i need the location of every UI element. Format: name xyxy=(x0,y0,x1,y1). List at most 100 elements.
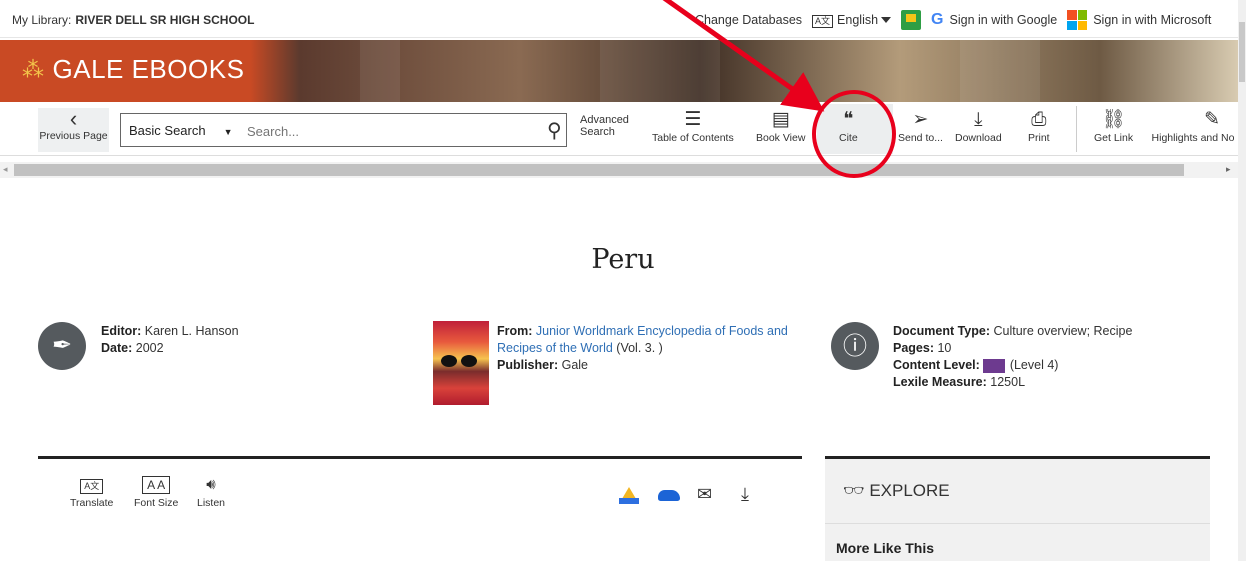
table-of-contents-button[interactable]: ☰ Table of Contents xyxy=(652,108,734,144)
library-label: My Library: xyxy=(12,13,72,27)
previous-page-button[interactable]: ‹ Previous Page xyxy=(38,108,109,152)
binoculars-icon: 👓︎ xyxy=(843,481,865,500)
vertical-scrollbar[interactable] xyxy=(1238,0,1246,561)
email-icon[interactable]: ✉ xyxy=(697,484,712,505)
publisher-value: Gale xyxy=(561,358,589,372)
google-signin-label: Sign in with Google xyxy=(949,13,1058,27)
library-info: My Library: RIVER DELL SR HIGH SCHOOL xyxy=(12,13,254,27)
advanced-search-label-2: Search xyxy=(580,126,615,138)
source-info: From: Junior Worldmark Encyclopedia of F… xyxy=(497,323,817,374)
content-level-value: (Level 4) xyxy=(1009,358,1059,372)
translate-button[interactable]: A文 Translate xyxy=(70,475,113,509)
from-label: From: xyxy=(497,324,533,338)
chevron-left-icon: ‹ xyxy=(69,106,78,131)
change-databases-link[interactable]: Change Databases xyxy=(695,13,802,27)
language-label: English xyxy=(837,12,879,27)
cite-label: Cite xyxy=(839,132,858,144)
editor-info: Editor: Karen L. Hanson Date: 2002 xyxy=(101,323,239,357)
document-details: Document Type: Culture overview; Recipe … xyxy=(893,323,1132,391)
library-name: RIVER DELL SR HIGH SCHOOL xyxy=(75,13,255,27)
pages-value: 10 xyxy=(937,341,952,355)
list-icon: ☰ xyxy=(684,109,702,130)
search-type-label: Basic Search xyxy=(129,123,206,138)
previous-page-label: Previous Page xyxy=(39,130,108,142)
quote-icon: ❝ xyxy=(843,109,854,130)
content-divider xyxy=(38,456,802,459)
highlights-notes-label: Highlights and No xyxy=(1151,132,1235,144)
editor-value: Karen L. Hanson xyxy=(144,324,239,338)
content-level-label: Content Level: xyxy=(893,358,980,372)
language-selector[interactable]: A文 English xyxy=(812,12,892,28)
more-like-this-heading: More Like This xyxy=(836,540,935,556)
search-input[interactable] xyxy=(247,120,527,142)
link-icon: ⛓ xyxy=(1101,109,1126,130)
translate-icon: A文 xyxy=(812,14,834,28)
book-cover-image[interactable] xyxy=(433,321,489,405)
explore-divider xyxy=(825,523,1210,524)
download-icon[interactable]: ⤓ xyxy=(741,484,749,505)
content-level-icon xyxy=(982,358,1005,373)
gale-logo-icon: ⁂ xyxy=(22,56,45,82)
gale-ebooks-logo[interactable]: ⁂ GALE EBOOKS xyxy=(22,54,244,85)
doc-type-label: Document Type: xyxy=(893,324,990,338)
download-button[interactable]: ⤓ Download xyxy=(955,108,1002,144)
lexile-label: Lexile Measure: xyxy=(893,375,987,389)
get-link-label: Get Link xyxy=(1094,132,1134,144)
printer-icon: ⎙ xyxy=(1031,109,1047,130)
send-to-button[interactable]: ➢ Send to... xyxy=(898,108,943,144)
scrollbar-thumb[interactable] xyxy=(14,164,1184,176)
book-view-label: Book View xyxy=(756,132,806,144)
download-label: Download xyxy=(955,132,1002,144)
advanced-search-link[interactable]: Advanced Search xyxy=(580,114,629,138)
advanced-search-label-1: Advanced xyxy=(580,114,629,126)
scroll-right-icon[interactable]: ▸ xyxy=(1226,164,1231,175)
toolbar: ‹ Previous Page Basic Search ▼ ⚲ Advanced… xyxy=(0,102,1238,156)
download-icon: ⤓ xyxy=(974,109,983,130)
print-button[interactable]: ⎙ Print xyxy=(1028,108,1050,144)
info-icon: ⓘ xyxy=(831,322,879,370)
book-icon: ▤ xyxy=(771,109,790,130)
doc-type-value: Culture overview; Recipe xyxy=(993,324,1133,338)
header-banner: ⁂ GALE EBOOKS xyxy=(0,40,1238,102)
pen-icon: ✒ xyxy=(38,322,86,370)
font-size-icon: A A xyxy=(142,476,171,494)
toolbar-divider xyxy=(1076,106,1077,152)
pages-label: Pages: xyxy=(893,341,934,355)
table-of-contents-label: Table of Contents xyxy=(652,132,734,144)
speaker-icon: 🔊︎ xyxy=(206,476,216,493)
translate-icon: A文 xyxy=(80,479,104,494)
explore-panel: 👓︎ EXPLORE More Like This xyxy=(825,459,1210,561)
brand-name: GALE EBOOKS xyxy=(52,54,245,84)
google-drive-icon[interactable] xyxy=(619,487,639,504)
font-size-button[interactable]: A A Font Size xyxy=(134,475,178,509)
date-value: 2002 xyxy=(135,341,164,355)
search-type-select[interactable]: Basic Search ▼ xyxy=(129,123,233,138)
google-classroom-icon[interactable] xyxy=(901,10,922,30)
print-label: Print xyxy=(1028,132,1050,144)
search-box: Basic Search ▼ ⚲ xyxy=(120,113,567,147)
editor-label: Editor: xyxy=(101,324,142,338)
highlights-notes-button[interactable]: ✎ Highlights and No xyxy=(1148,108,1238,144)
get-link-button[interactable]: ⛓ Get Link xyxy=(1094,108,1133,144)
microsoft-signin-button[interactable]: Sign in with Microsoft xyxy=(1093,13,1211,27)
microsoft-icon xyxy=(1067,10,1088,30)
document-title: Peru xyxy=(591,244,655,275)
onedrive-icon[interactable] xyxy=(658,490,680,501)
top-utility-bar: My Library: RIVER DELL SR HIGH SCHOOL Cha… xyxy=(0,0,1246,38)
google-signin-button[interactable]: G Sign in with Google xyxy=(931,11,1057,29)
dropdown-arrow-icon: ▼ xyxy=(223,127,233,137)
translate-label: Translate xyxy=(70,497,114,509)
vertical-scrollbar-thumb[interactable] xyxy=(1239,22,1245,82)
lexile-value: 1250L xyxy=(990,375,1026,389)
search-icon[interactable]: ⚲ xyxy=(547,118,562,143)
publisher-label: Publisher: xyxy=(497,358,559,372)
date-label: Date: xyxy=(101,341,133,355)
cite-button[interactable]: ❝ Cite xyxy=(839,108,858,144)
font-size-label: Font Size xyxy=(134,497,179,509)
book-view-button[interactable]: ▤ Book View xyxy=(756,108,805,144)
listen-label: Listen xyxy=(197,497,226,509)
horizontal-scrollbar[interactable]: ◂ ▸ xyxy=(0,162,1238,178)
scroll-left-icon[interactable]: ◂ xyxy=(3,164,8,175)
listen-button[interactable]: 🔊︎ Listen xyxy=(197,475,225,509)
google-icon: G xyxy=(931,11,944,28)
